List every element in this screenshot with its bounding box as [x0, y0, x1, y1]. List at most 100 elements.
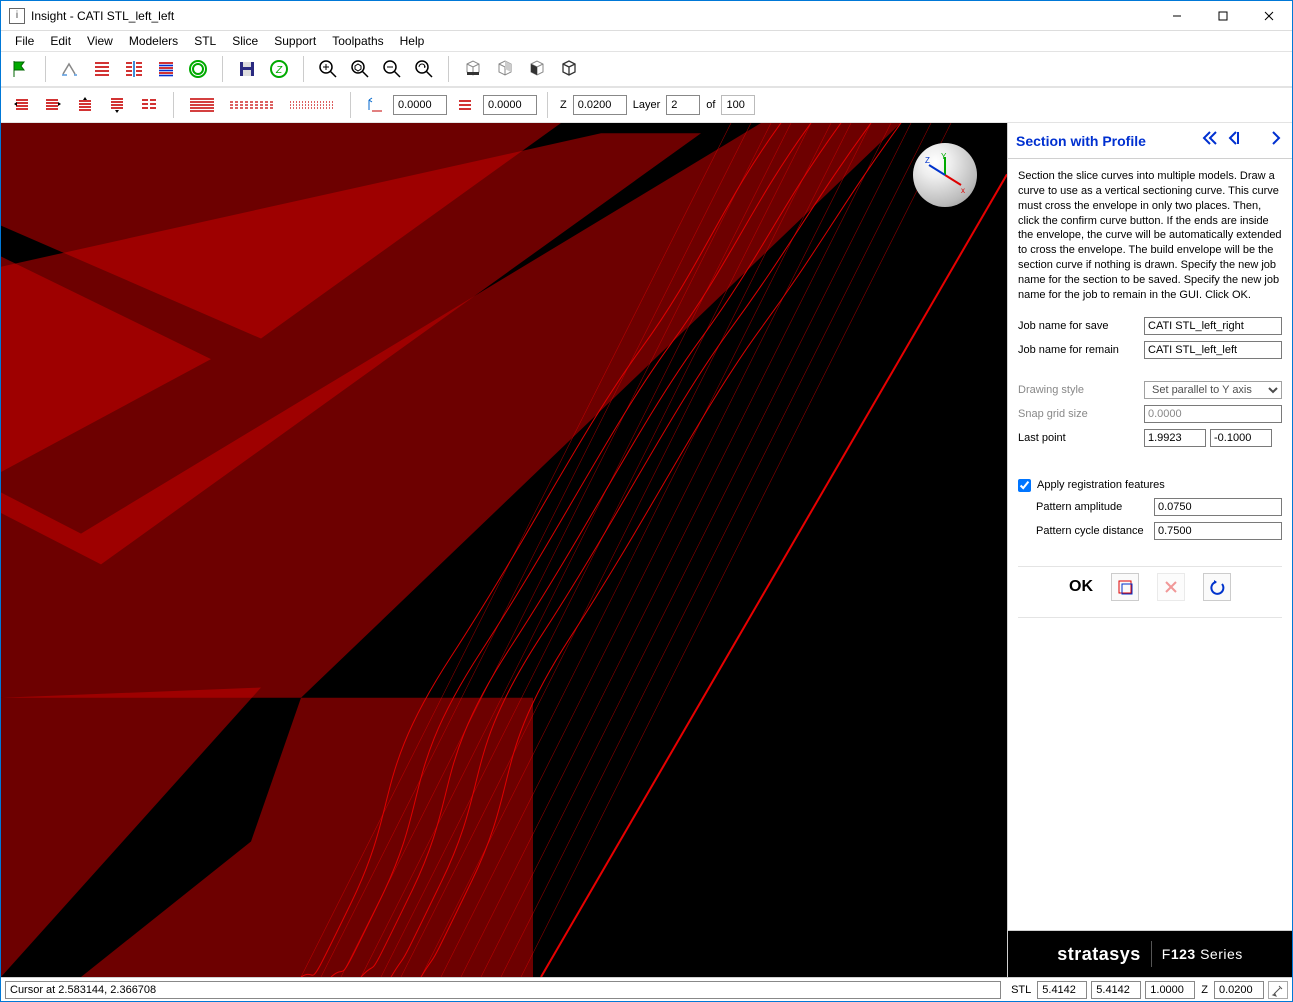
job-save-input[interactable]	[1144, 317, 1282, 335]
align-1-button[interactable]	[7, 91, 35, 119]
last-point-label: Last point	[1018, 432, 1144, 444]
ok-button[interactable]: OK	[1069, 578, 1093, 596]
layer-input[interactable]	[666, 95, 700, 115]
undo-button[interactable]	[1203, 573, 1231, 601]
snap-grid-input	[1144, 405, 1282, 423]
panel-header: Section with Profile	[1008, 123, 1292, 159]
toolbar-2: Z Layer of	[1, 87, 1292, 123]
view-bottom-button[interactable]	[459, 55, 487, 83]
drawing-style-select: Set parallel to Y axis	[1144, 381, 1282, 399]
separator	[547, 92, 548, 118]
circle-z-button[interactable]: Z	[265, 55, 293, 83]
menu-slice[interactable]: Slice	[224, 32, 266, 50]
svg-text:Z: Z	[925, 156, 930, 165]
panel-first-button[interactable]	[1202, 130, 1218, 151]
hatch-1-button[interactable]	[88, 55, 116, 83]
status-z	[1214, 981, 1264, 999]
minimize-button[interactable]	[1154, 1, 1200, 30]
status-bar: STL Z	[1, 977, 1292, 1001]
last-point-y-input[interactable]	[1210, 429, 1272, 447]
align-5-button[interactable]	[135, 91, 163, 119]
last-point-x-input[interactable]	[1144, 429, 1206, 447]
dim-1-input[interactable]	[393, 95, 447, 115]
menu-toolpaths[interactable]: Toolpaths	[324, 32, 391, 50]
dim-2-input[interactable]	[483, 95, 537, 115]
zoom-fit-button[interactable]	[410, 55, 438, 83]
zoom-in-button[interactable]	[314, 55, 342, 83]
brand-divider	[1151, 941, 1152, 967]
menu-stl[interactable]: STL	[186, 32, 224, 50]
panel-nav	[1202, 130, 1284, 151]
close-button[interactable]	[1246, 1, 1292, 30]
hatch-dotted-button[interactable]	[284, 91, 340, 119]
main-area: x Y Z Section with Profile Section the s…	[1, 123, 1292, 977]
stl-label: STL	[1009, 984, 1033, 996]
viewport-3d[interactable]: x Y Z	[1, 123, 1007, 977]
align-2-button[interactable]	[39, 91, 67, 119]
align-4-button[interactable]	[103, 91, 131, 119]
separator	[45, 56, 46, 82]
menu-modelers[interactable]: Modelers	[121, 32, 186, 50]
pattern-cycle-label: Pattern cycle distance	[1036, 525, 1154, 537]
view-triad-icon[interactable]: x Y Z	[913, 143, 977, 207]
menu-edit[interactable]: Edit	[42, 32, 79, 50]
view-iso-button[interactable]	[555, 55, 583, 83]
layer-total	[721, 95, 755, 115]
z-input[interactable]	[573, 95, 627, 115]
separator	[222, 56, 223, 82]
maximize-button[interactable]	[1200, 1, 1246, 30]
svg-text:x: x	[961, 186, 965, 195]
zoom-cube-button[interactable]	[346, 55, 374, 83]
view-front-button[interactable]	[523, 55, 551, 83]
orient-button[interactable]	[56, 55, 84, 83]
svg-text:Y: Y	[941, 152, 947, 161]
toolbar-1: Z	[1, 51, 1292, 87]
flag-button[interactable]	[7, 55, 35, 83]
align-3-button[interactable]	[71, 91, 99, 119]
save-button[interactable]	[233, 55, 261, 83]
cursor-position	[5, 981, 1001, 999]
job-save-label: Job name for save	[1018, 320, 1144, 332]
menu-view[interactable]: View	[79, 32, 121, 50]
menu-support[interactable]: Support	[266, 32, 324, 50]
zoom-out-button[interactable]	[378, 55, 406, 83]
cancel-button[interactable]	[1157, 573, 1185, 601]
stl-y	[1091, 981, 1141, 999]
status-tool-button[interactable]	[1268, 981, 1288, 999]
job-remain-label: Job name for remain	[1018, 344, 1144, 356]
pattern-amplitude-input[interactable]	[1154, 498, 1282, 516]
stl-x	[1037, 981, 1087, 999]
apply-registration-label: Apply registration features	[1037, 479, 1165, 491]
separator	[173, 92, 174, 118]
window-controls	[1154, 1, 1292, 30]
circle-check-button[interactable]	[184, 55, 212, 83]
drawing-style-label: Drawing style	[1018, 384, 1144, 396]
window-title: Insight - CATI STL_left_left	[31, 9, 1154, 23]
menu-bar: File Edit View Modelers STL Slice Suppor…	[1, 31, 1292, 51]
view-back-button[interactable]	[491, 55, 519, 83]
stl-h	[1145, 981, 1195, 999]
job-remain-input[interactable]	[1144, 341, 1282, 359]
panel-description: Section the slice curves into multiple m…	[1018, 169, 1282, 303]
hatch-3-button[interactable]	[152, 55, 180, 83]
layer-label: Layer	[633, 99, 661, 111]
hatch-split-button[interactable]	[120, 55, 148, 83]
snap-grid-label: Snap grid size	[1018, 408, 1144, 420]
apply-registration-checkbox[interactable]	[1018, 479, 1031, 492]
panel-prev-button[interactable]	[1226, 130, 1242, 151]
panel-title: Section with Profile	[1016, 133, 1202, 149]
panel-body: Section the slice curves into multiple m…	[1008, 159, 1292, 931]
confirm-curve-button[interactable]	[1111, 573, 1139, 601]
panel-next-button[interactable]	[1268, 130, 1284, 151]
brand-bar: stratasys F123 Series	[1008, 931, 1292, 977]
hatch-dashed-button[interactable]	[224, 91, 280, 119]
pattern-cycle-input[interactable]	[1154, 522, 1282, 540]
menu-help[interactable]: Help	[392, 32, 433, 50]
panel-action-row: OK	[1018, 566, 1282, 618]
separator	[303, 56, 304, 82]
side-panel: Section with Profile Section the slice c…	[1007, 123, 1292, 977]
title-bar: i Insight - CATI STL_left_left	[1, 1, 1292, 31]
of-label: of	[706, 99, 715, 111]
hatch-solid-button[interactable]	[184, 91, 220, 119]
menu-file[interactable]: File	[7, 32, 42, 50]
